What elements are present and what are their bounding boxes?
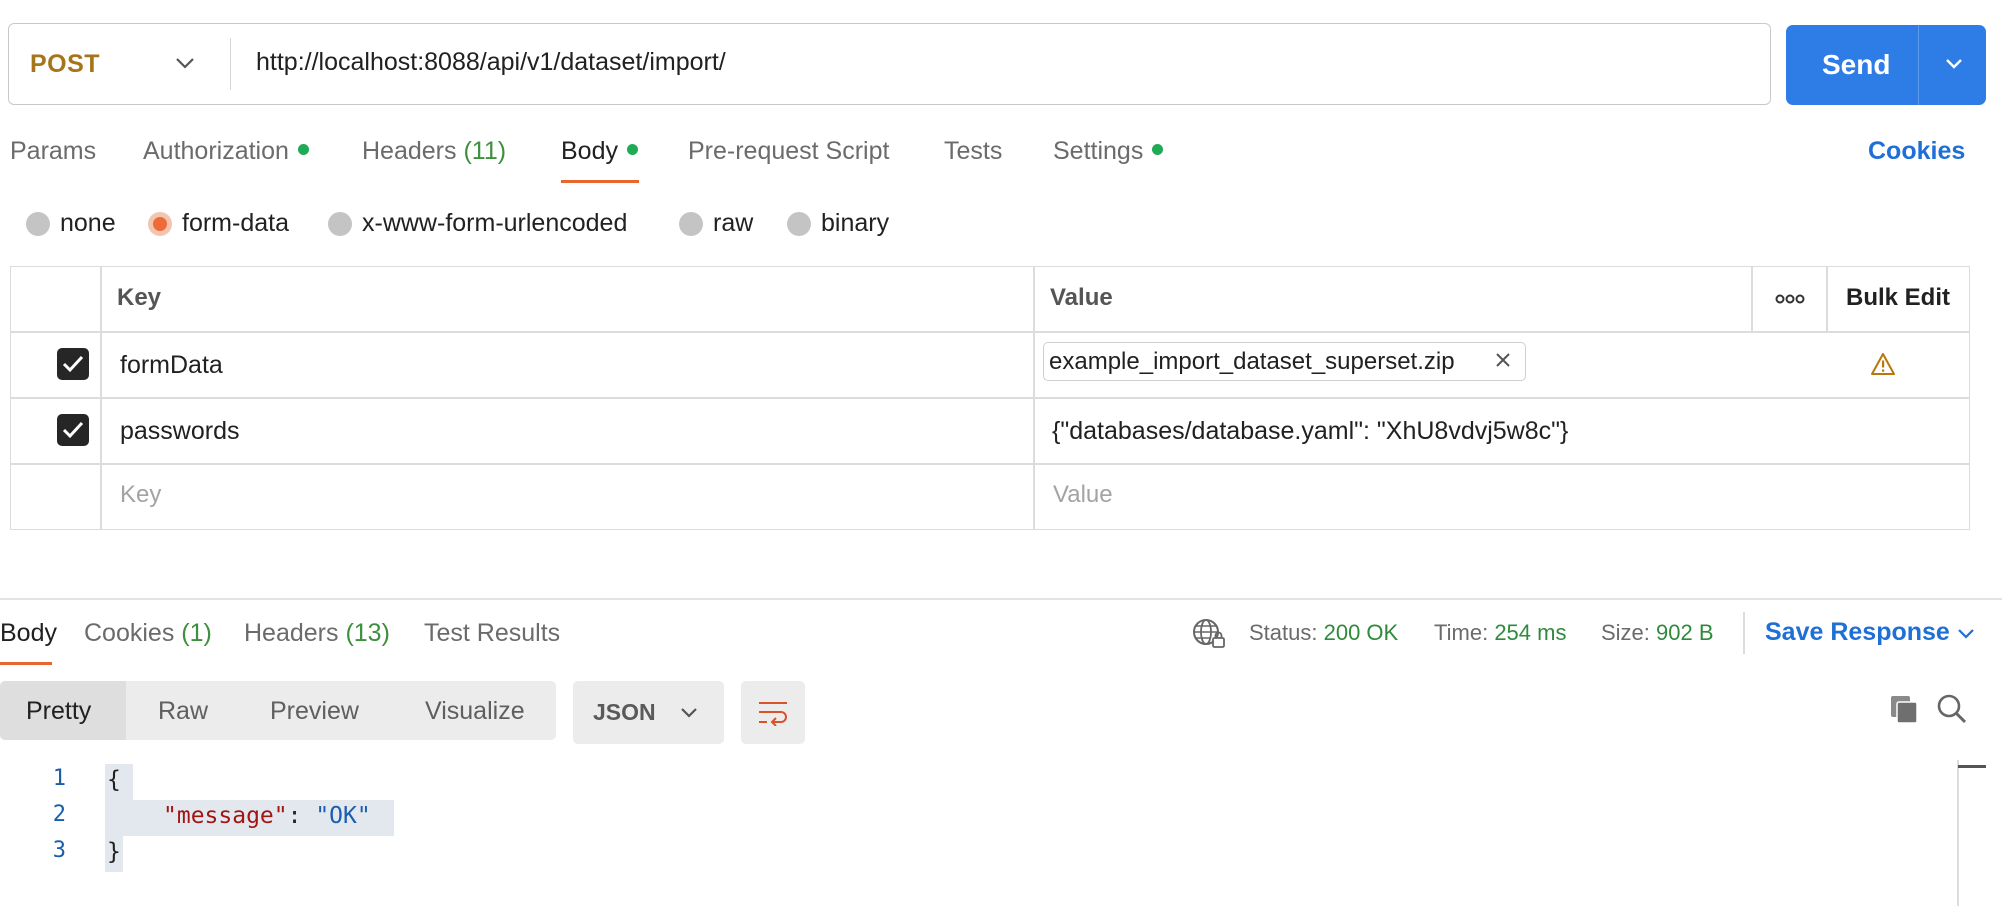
check-icon	[62, 421, 84, 439]
value-cell[interactable]: {"databases/database.yaml": "XhU8vdvj5w8…	[1052, 417, 1568, 446]
row-checkbox[interactable]	[57, 348, 89, 380]
url-input[interactable]: http://localhost:8088/api/v1/dataset/imp…	[256, 48, 726, 77]
tab-headers[interactable]: Headers (11)	[362, 137, 506, 166]
radio-label[interactable]: raw	[713, 209, 753, 238]
search-icon[interactable]	[1936, 693, 1968, 725]
url-divider	[230, 38, 231, 90]
radio-none[interactable]	[26, 212, 50, 236]
code-line: "message": "OK"	[163, 803, 371, 829]
column-header-value: Value	[1050, 284, 1113, 311]
table-divider	[10, 331, 1970, 333]
row-checkbox[interactable]	[57, 414, 89, 446]
code-line: }	[107, 839, 121, 865]
radio-x-www-form-urlencoded[interactable]	[328, 212, 352, 236]
network-globe-icon[interactable]	[1191, 617, 1227, 651]
scrollbar-track[interactable]	[1957, 760, 1959, 906]
active-tab-indicator	[0, 662, 52, 665]
response-tab-test-results[interactable]: Test Results	[424, 619, 560, 648]
response-tab-body[interactable]: Body	[0, 619, 57, 648]
table-divider	[10, 463, 1970, 465]
table-divider	[1826, 266, 1828, 331]
status-dot	[626, 143, 638, 155]
scrollbar-thumb[interactable]	[1958, 765, 1986, 768]
chevron-down-icon[interactable]	[680, 706, 698, 719]
key-cell[interactable]: formData	[120, 351, 223, 380]
response-tab-cookies[interactable]: Cookies (1)	[84, 619, 212, 648]
value-input[interactable]: Value	[1053, 481, 1113, 509]
view-mode-pretty[interactable]: Pretty	[26, 697, 91, 726]
key-cell[interactable]: passwords	[120, 417, 240, 446]
method-select[interactable]: POST	[30, 50, 100, 79]
file-name: example_import_dataset_superset.zip	[1049, 348, 1455, 375]
line-number: 2	[52, 802, 66, 827]
save-response-button[interactable]: Save Response	[1765, 618, 1950, 647]
line-number: 3	[52, 838, 66, 863]
tab-pre-request-script[interactable]: Pre-request Script	[688, 137, 889, 166]
table-divider	[100, 266, 102, 530]
json-value: "OK"	[315, 803, 371, 829]
json-separator: :	[287, 803, 316, 829]
response-tab-headers[interactable]: Headers (13)	[244, 619, 390, 648]
table-divider	[1751, 266, 1753, 331]
radio-label[interactable]: form-data	[182, 209, 289, 238]
cookies-link[interactable]: Cookies	[1868, 137, 1965, 166]
column-header-key: Key	[117, 284, 162, 311]
table-divider	[1033, 266, 1035, 530]
tab-body[interactable]: Body	[561, 137, 638, 166]
toolbar-divider	[1743, 612, 1745, 654]
status-dot	[1152, 143, 1164, 155]
response-size: Size: 902 B	[1601, 620, 1714, 645]
response-time: Time: 254 ms	[1434, 620, 1567, 645]
view-mode-raw[interactable]: Raw	[158, 697, 208, 726]
status-dot	[297, 143, 309, 155]
chevron-down-icon[interactable]	[174, 55, 196, 71]
tab-params[interactable]: Params	[10, 137, 96, 166]
copy-icon[interactable]	[1888, 693, 1920, 725]
chevron-down-icon[interactable]	[1956, 627, 1976, 641]
send-button-label[interactable]: Send	[1822, 49, 1890, 81]
format-select-label[interactable]: JSON	[593, 699, 656, 726]
line-number: 1	[52, 766, 66, 791]
more-options-icon[interactable]	[1774, 292, 1806, 306]
tab-authorization[interactable]: Authorization	[143, 137, 309, 166]
bulk-edit-button[interactable]: Bulk Edit	[1846, 284, 1950, 312]
radio-label[interactable]: x-www-form-urlencoded	[362, 209, 627, 238]
json-key: "message"	[163, 803, 288, 829]
tab-settings[interactable]: Settings	[1053, 137, 1164, 166]
radio-label[interactable]: binary	[821, 209, 889, 238]
close-icon[interactable]	[1494, 351, 1512, 369]
wrap-lines-icon[interactable]	[756, 698, 790, 726]
send-options-chevron-icon[interactable]	[1944, 57, 1964, 71]
view-mode-visualize[interactable]: Visualize	[425, 697, 525, 726]
check-icon	[62, 355, 84, 373]
send-divider	[1918, 25, 1919, 105]
radio-label[interactable]: none	[60, 209, 116, 238]
response-status: Status: 200 OK	[1249, 620, 1399, 645]
section-divider	[0, 598, 2002, 600]
tab-tests[interactable]: Tests	[944, 137, 1002, 166]
radio-form-data[interactable]	[148, 212, 172, 236]
view-mode-preview[interactable]: Preview	[270, 697, 359, 726]
radio-raw[interactable]	[679, 212, 703, 236]
radio-binary[interactable]	[787, 212, 811, 236]
warning-icon[interactable]	[1870, 352, 1896, 376]
active-tab-indicator	[561, 180, 639, 183]
key-input[interactable]: Key	[120, 481, 161, 509]
code-line: {	[107, 767, 121, 793]
table-divider	[10, 397, 1970, 399]
